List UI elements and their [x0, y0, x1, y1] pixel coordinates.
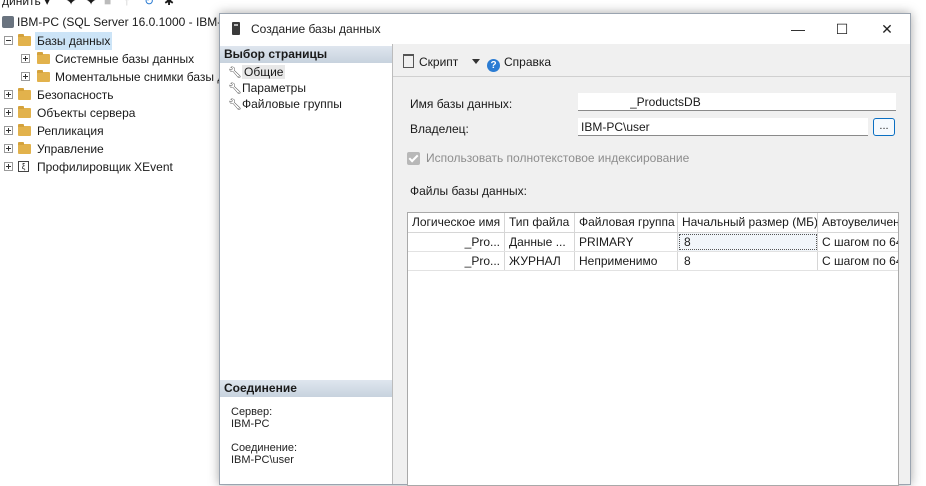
- toolbar-icon: ■: [104, 0, 112, 8]
- owner-input[interactable]: [578, 118, 868, 136]
- page-filegroups[interactable]: 🔧︎Файловые группы: [228, 96, 342, 112]
- tree-label: Системные базы данных: [55, 52, 195, 66]
- initial-size-cell[interactable]: 8: [678, 252, 818, 270]
- column-header-logical-name[interactable]: Логическое имя: [408, 213, 505, 232]
- close-button[interactable]: ✕: [865, 14, 909, 44]
- expand-icon[interactable]: [4, 90, 13, 99]
- folder-icon: [18, 124, 31, 136]
- page-options[interactable]: 🔧︎Параметры: [228, 80, 306, 96]
- dialog-toolbar: Скрипт ? Справка: [393, 44, 910, 77]
- dialog-titlebar[interactable]: Создание базы данных — ☐ ✕: [220, 14, 910, 44]
- autogrowth-cell[interactable]: С шагом по 64: [818, 252, 898, 270]
- object-explorer: динить ▾ ✦ ✦ ■ ↑ ↻ ✱ IBM-PC (SQL Server …: [0, 0, 240, 477]
- tree-label: Управление: [37, 142, 104, 156]
- expand-icon[interactable]: [21, 54, 30, 63]
- help-label: Справка: [504, 55, 552, 69]
- fulltext-label: Использовать полнотекстовое индексирован…: [426, 151, 690, 165]
- column-header-filegroup[interactable]: Файловая группа: [575, 213, 678, 232]
- tree-label: Репликация: [37, 124, 104, 138]
- table-row[interactable]: _Pro... ЖУРНАЛ Неприменимо 8 С шагом по …: [408, 252, 898, 271]
- tree-label: Моментальные снимки базы д: [55, 70, 225, 84]
- server-icon: [2, 16, 14, 28]
- tree-label: Безопасность: [37, 88, 114, 102]
- expand-icon[interactable]: [4, 162, 13, 171]
- page-general[interactable]: 🔧︎ Общие: [228, 64, 286, 80]
- folder-icon: [18, 34, 31, 46]
- explorer-toolbar: динить ▾ ✦ ✦ ■ ↑ ↻ ✱: [0, 0, 240, 10]
- column-header-autogrowth[interactable]: Автоувеличени: [818, 213, 898, 232]
- folder-icon: [37, 52, 50, 64]
- server-label: Сервер:: [231, 406, 273, 418]
- page-label: Общие: [242, 65, 286, 79]
- autogrowth-cell[interactable]: С шагом по 64: [818, 233, 898, 251]
- file-type-cell[interactable]: ЖУРНАЛ: [505, 252, 575, 270]
- wrench-icon: 🔧︎: [228, 83, 242, 95]
- script-icon: [403, 54, 414, 68]
- expand-icon[interactable]: [4, 126, 13, 135]
- folder-icon: [37, 70, 50, 82]
- tree-label: Объекты сервера: [37, 106, 136, 120]
- files-label: Файлы базы данных:: [410, 184, 527, 198]
- db-name-input[interactable]: [578, 93, 896, 111]
- maximize-button[interactable]: ☐: [820, 14, 864, 44]
- dialog-title: Создание базы данных: [251, 22, 381, 36]
- script-button[interactable]: Скрипт: [403, 54, 458, 70]
- tree-label: Базы данных: [35, 32, 113, 50]
- minimize-button[interactable]: —: [776, 14, 820, 44]
- script-label: Скрипт: [419, 55, 459, 69]
- initial-size-cell[interactable]: 8: [678, 233, 818, 251]
- database-icon: [232, 22, 240, 35]
- toolbar-divider: [393, 76, 910, 77]
- create-database-dialog: Создание базы данных — ☐ ✕ Выбор страниц…: [219, 13, 911, 486]
- connection-value: IBM-PC\user: [231, 454, 294, 466]
- toolbar-icon[interactable]: ✱: [164, 0, 174, 8]
- fulltext-checkbox: [407, 152, 420, 165]
- table-row[interactable]: _Pro... Данные ... PRIMARY 8 С шагом по …: [408, 233, 898, 252]
- wrench-icon: 🔧︎: [228, 67, 242, 79]
- connection-label: Соединение:: [231, 442, 298, 454]
- browse-owner-button[interactable]: ...: [873, 118, 895, 136]
- tree-label: Профилировщик XEvent: [37, 160, 173, 174]
- logical-name-cell[interactable]: _Pro...: [408, 252, 505, 270]
- file-type-cell[interactable]: Данные ...: [505, 233, 575, 251]
- chevron-down-icon[interactable]: [472, 59, 480, 64]
- toolbar-icon[interactable]: ✦: [66, 0, 76, 8]
- folder-icon: [18, 106, 31, 118]
- logical-name-cell[interactable]: _Pro...: [408, 233, 505, 251]
- filegroup-cell[interactable]: Неприменимо: [575, 252, 678, 270]
- page-selector-pane: Выбор страницы 🔧︎ Общие 🔧︎Параметры 🔧︎Фай…: [220, 44, 393, 484]
- folder-icon: [18, 88, 31, 100]
- column-header-initial-size[interactable]: Начальный размер (МБ): [678, 213, 818, 232]
- help-icon: ?: [487, 59, 500, 72]
- folder-icon: [18, 142, 31, 154]
- toolbar-icon: ↑: [124, 0, 130, 8]
- expand-icon[interactable]: [4, 108, 13, 117]
- expand-icon[interactable]: [4, 144, 13, 153]
- column-header-file-type[interactable]: Тип файла: [505, 213, 575, 232]
- connection-header: Соединение: [220, 380, 392, 397]
- db-name-label: Имя базы данных:: [410, 97, 513, 111]
- page-selector-header: Выбор страницы: [220, 46, 392, 63]
- collapse-icon[interactable]: [4, 36, 13, 45]
- grid-header-row: Логическое имя Тип файла Файловая группа…: [408, 213, 898, 233]
- toolbar-icon[interactable]: ✦: [86, 0, 96, 8]
- page-label: Параметры: [242, 81, 306, 95]
- connect-button[interactable]: динить ▾: [2, 0, 50, 8]
- database-files-grid[interactable]: Логическое имя Тип файла Файловая группа…: [407, 212, 899, 486]
- help-button[interactable]: ? Справка: [487, 54, 552, 72]
- server-node-label: IBM-PC (SQL Server 16.0.1000 - IBM-PC: [17, 15, 238, 29]
- wrench-icon: 🔧︎: [228, 99, 242, 111]
- filegroup-cell[interactable]: PRIMARY: [575, 233, 678, 251]
- refresh-icon[interactable]: ↻: [144, 0, 154, 8]
- owner-label: Владелец:: [410, 122, 469, 136]
- page-label: Файловые группы: [242, 97, 342, 111]
- expand-icon[interactable]: [21, 72, 30, 81]
- server-value: IBM-PC: [231, 418, 270, 430]
- profiler-icon: ξ: [18, 161, 29, 172]
- general-page: Скрипт ? Справка Имя базы данных: Владеле…: [393, 44, 910, 486]
